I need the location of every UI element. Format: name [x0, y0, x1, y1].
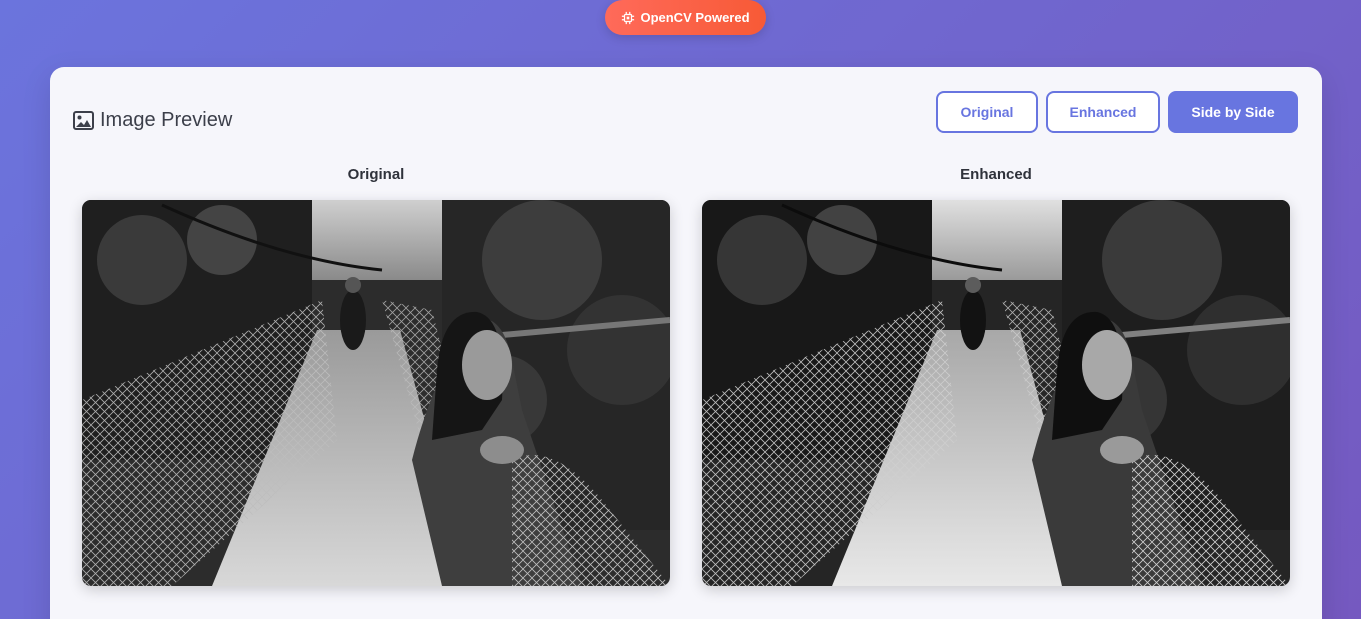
image-icon	[73, 111, 94, 130]
image-preview-card: Image Preview Original Enhanced Side by …	[50, 67, 1322, 619]
card-title: Image Preview	[73, 109, 232, 132]
chip-icon	[622, 11, 635, 24]
view-enhanced-button[interactable]: Enhanced	[1046, 91, 1160, 133]
view-original-button[interactable]: Original	[936, 91, 1038, 133]
original-panel-label: Original	[347, 166, 405, 183]
page-title: Image Preview	[100, 109, 233, 131]
opencv-powered-badge: OpenCV Powered	[605, 0, 766, 35]
enhanced-panel-label: Enhanced	[960, 166, 1032, 183]
original-image	[82, 200, 670, 586]
enhanced-image	[702, 200, 1290, 586]
badge-label: OpenCV Powered	[640, 10, 750, 25]
view-side-by-side-button[interactable]: Side by Side	[1168, 91, 1298, 133]
